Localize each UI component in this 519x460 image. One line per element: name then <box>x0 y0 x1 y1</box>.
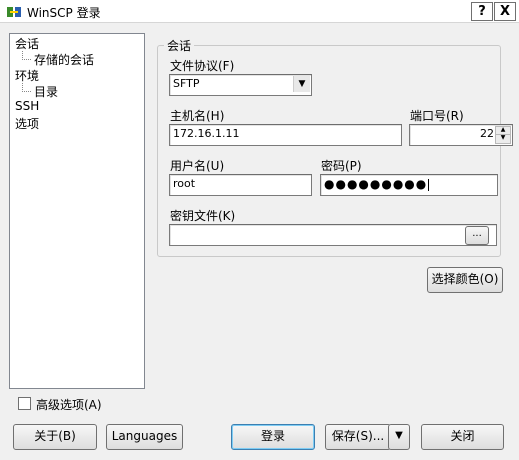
keyfile-label: 密钥文件(K) <box>170 209 236 223</box>
advanced-options-checkbox[interactable] <box>18 397 31 410</box>
port-value: 22 <box>480 127 494 140</box>
browse-keyfile-button[interactable]: ... <box>465 226 489 245</box>
session-group-title: 会话 <box>164 37 195 54</box>
host-label: 主机名(H) <box>170 109 225 123</box>
tree-item-ssh[interactable]: SSH <box>15 99 39 113</box>
select-color-button[interactable]: 选择颜色(O) <box>427 267 503 293</box>
tree-item-session[interactable]: 会话 <box>15 35 39 52</box>
spin-down-icon[interactable]: ▼ <box>495 134 511 144</box>
protocol-value: SFTP <box>173 77 200 90</box>
protocol-select[interactable]: SFTP ▼ <box>169 74 312 96</box>
tree-item-environment[interactable]: 环境 <box>15 67 39 84</box>
advanced-options-label[interactable]: 高级选项(A) <box>36 396 102 413</box>
title-bar: WinSCP 登录 ? X <box>0 0 519 23</box>
password-input[interactable]: ●●●●●●●●● <box>320 174 498 196</box>
tree-item-preferences[interactable]: 选项 <box>15 115 39 132</box>
window-title: WinSCP 登录 <box>27 6 101 20</box>
login-button[interactable]: 登录 <box>231 424 315 450</box>
password-label: 密码(P) <box>321 159 362 173</box>
winscp-app-icon <box>7 7 21 17</box>
protocol-label: 文件协议(F) <box>170 59 235 73</box>
about-button[interactable]: 关于(B) <box>13 424 97 450</box>
user-label: 用户名(U) <box>170 159 225 173</box>
username-input[interactable]: root <box>169 174 312 196</box>
keyfile-input[interactable] <box>169 224 497 246</box>
username-value: root <box>173 177 196 190</box>
port-input[interactable]: 22 ▲ ▼ <box>409 124 513 146</box>
tree-connector <box>22 51 31 60</box>
text-caret <box>428 179 430 191</box>
languages-button[interactable]: Languages <box>106 424 183 450</box>
tree-item-directories[interactable]: 目录 <box>34 83 58 100</box>
help-button[interactable]: ? <box>471 2 493 21</box>
close-window-button[interactable]: X <box>494 2 516 21</box>
save-button[interactable]: 保存(S)... <box>325 424 391 450</box>
host-value: 172.16.1.11 <box>173 127 240 140</box>
host-input[interactable]: 172.16.1.11 <box>169 124 402 146</box>
save-dropdown-button[interactable]: ▼ <box>388 424 410 450</box>
tree-connector <box>22 83 31 92</box>
close-button[interactable]: 关闭 <box>421 424 504 450</box>
tree-item-stored-sessions[interactable]: 存储的会话 <box>34 51 94 68</box>
navigation-tree[interactable]: 会话 存储的会话 环境 目录 SSH 选项 <box>9 33 145 389</box>
chevron-down-icon[interactable]: ▼ <box>293 76 310 92</box>
port-label: 端口号(R) <box>410 109 464 123</box>
password-value: ●●●●●●●●● <box>324 177 428 191</box>
